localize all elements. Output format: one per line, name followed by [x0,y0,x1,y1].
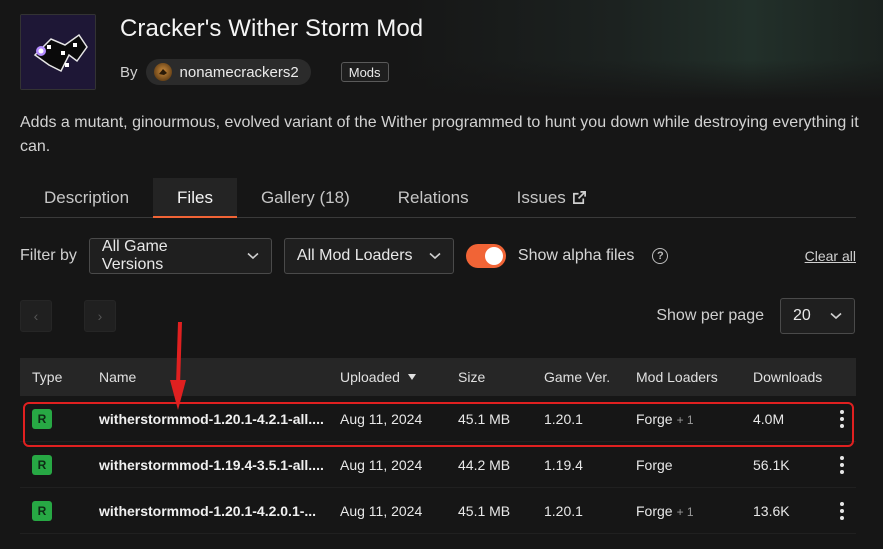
loader-name: Forge [636,410,673,427]
tab-description[interactable]: Description [20,178,153,217]
size-cell: 45.1 MB [458,410,511,427]
per-page-value: 20 [793,307,811,324]
mod-description: Adds a mutant, ginourmous, evolved varia… [20,114,859,155]
mod-loaders-value: All Mod Loaders [296,247,413,264]
wither-storm-logo-icon [21,15,95,89]
chevron-down-icon [429,252,441,260]
game-versions-value: All Game Versions [101,238,168,273]
header-uploaded[interactable]: Uploaded [340,369,458,385]
loader-name: Forge [636,456,673,473]
mod-title: Cracker's Wither Storm Mod [120,15,424,42]
chevron-down-icon [830,312,842,320]
prev-page-button[interactable]: ‹ [20,300,52,332]
kebab-menu-icon [840,409,844,428]
tab-label: Files [177,187,213,207]
chevron-down-icon [247,252,259,260]
show-alpha-label: Show alpha files [517,247,635,264]
row-menu-button[interactable] [828,455,856,474]
tab-relations[interactable]: Relations [374,178,493,217]
size-cell: 44.2 MB [458,456,511,473]
kebab-menu-icon [840,455,844,474]
author-link[interactable]: nonamecrackers2 [145,59,311,85]
loaders-cell: Forge + 1 [636,411,753,427]
category-badge[interactable]: Mods [340,62,389,82]
size-cell: 45.1 MB [458,502,511,519]
tab-gallery[interactable]: Gallery (18) [237,178,374,217]
mod-logo [20,14,96,90]
file-name-link[interactable]: witherstormmod-1.19.4-3.5.1-all.... [99,457,340,473]
loader-name: Forge [636,502,673,519]
mod-loaders-dropdown[interactable]: All Mod Loaders [283,238,454,274]
files-table: Type Name Uploaded Size Game Ver. Mod Lo… [20,358,856,534]
author-row: By nonamecrackers2 Mods [120,58,389,86]
downloads-cell: 13.6K [753,502,790,519]
type-cell: R [20,500,99,521]
uploaded-cell: Aug 11, 2024 [340,456,423,473]
release-badge: R [32,500,52,521]
loaders-cell: Forge + 1 [636,503,753,519]
file-name-link[interactable]: witherstormmod-1.20.1-4.2.0.1-... [99,503,340,519]
game-ver-cell: 1.20.1 [544,410,583,427]
header-type: Type [32,369,63,385]
game-versions-dropdown[interactable]: All Game Versions [88,238,272,274]
by-label: By [120,63,138,81]
file-name-link[interactable]: witherstormmod-1.20.1-4.2.1-all.... [99,411,340,427]
header-size: Size [458,369,486,385]
tab-issues[interactable]: Issues [493,178,611,217]
next-page-button[interactable]: › [84,300,116,332]
clear-all-link[interactable]: Clear all [805,248,856,264]
toggle-knob [484,247,503,265]
uploaded-cell: Aug 11, 2024 [340,410,423,427]
release-badge: R [32,454,52,475]
help-icon[interactable]: ? [652,248,669,264]
per-page-dropdown[interactable]: 20 [780,298,855,334]
loader-extra: + 1 [676,504,694,519]
loader-extra: + 1 [676,412,694,427]
type-cell: R [20,454,99,475]
game-ver-cell: 1.19.4 [544,456,583,473]
table-row[interactable]: R witherstormmod-1.20.1-4.2.1-all.... Au… [20,396,856,442]
type-cell: R [20,408,99,429]
table-row[interactable]: R witherstormmod-1.20.1-4.2.0.1-... Aug … [20,488,856,534]
uploaded-cell: Aug 11, 2024 [340,502,423,519]
sort-desc-icon [407,374,416,380]
author-avatar-icon [153,63,172,81]
release-badge: R [32,408,52,429]
header-name: Name [99,369,137,385]
header-downloads: Downloads [753,369,823,385]
table-row[interactable]: R witherstormmod-1.19.4-3.5.1-all.... Au… [20,442,856,488]
row-menu-button[interactable] [828,409,856,428]
tab-label: Issues [516,187,566,207]
header-mod-loaders: Mod Loaders [636,369,718,385]
tab-label: Gallery (18) [260,187,350,207]
row-menu-button[interactable] [828,501,856,520]
header-uploaded-label: Uploaded [340,369,400,385]
game-ver-cell: 1.20.1 [544,502,583,519]
loaders-cell: Forge [636,457,753,473]
filter-label: Filter by [20,247,77,264]
tab-files[interactable]: Files [153,178,237,218]
filter-bar: Filter by All Game Versions All Mod Load… [20,238,856,274]
external-link-icon [572,191,586,204]
project-tabs: Description Files Gallery (18) Relations… [20,178,856,218]
tab-label: Relations [397,187,469,207]
downloads-cell: 4.0M [753,410,785,427]
author-name: nonamecrackers2 [179,63,299,81]
pagination: ‹ › [20,300,116,332]
tab-label: Description [44,187,130,207]
kebab-menu-icon [840,501,844,520]
table-header: Type Name Uploaded Size Game Ver. Mod Lo… [20,358,856,396]
show-alpha-toggle[interactable] [465,244,506,268]
per-page-control: Show per page 20 [656,298,855,334]
header-game-ver: Game Ver. [544,369,611,385]
per-page-label: Show per page [656,307,764,324]
downloads-cell: 56.1K [753,456,790,473]
